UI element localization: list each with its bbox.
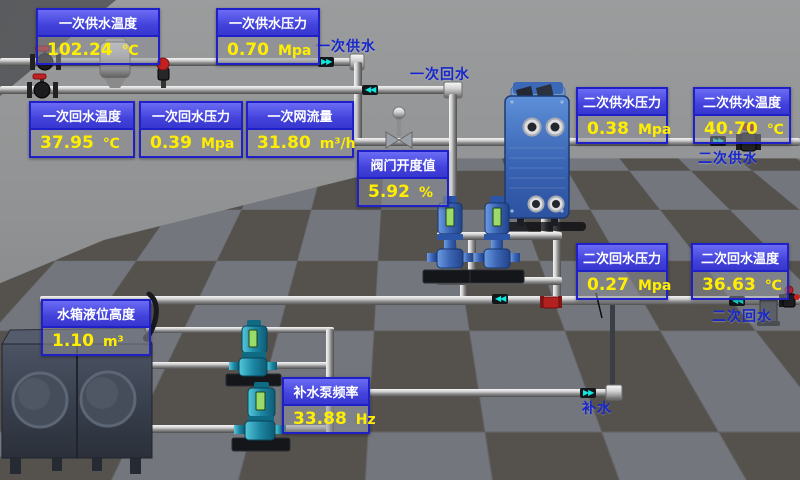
gauge-secondary-return-temp: 二次回水温度 36.63 ℃: [691, 243, 789, 300]
gauge-title: 二次供水压力: [578, 89, 666, 116]
gauge-unit: ℃: [122, 43, 139, 59]
plant-schematic: [0, 0, 800, 480]
pipe-label-primary-return: 一次回水: [410, 64, 470, 84]
makeup-pipe: [146, 327, 622, 433]
gauge-title: 一次回水温度: [31, 103, 133, 130]
gauge-primary-flow: 一次网流量 31.80 m³/h: [246, 101, 354, 158]
flow-arrow-left-icon: ◀◀: [362, 85, 378, 95]
gauge-title: 补水泵频率: [284, 379, 368, 406]
gauge-title: 二次供水温度: [695, 89, 789, 116]
gauge-value: 33.88: [293, 409, 347, 429]
hmi-heating-station-screen: ▶▶ ◀◀ ▶▶ ◀◀ ◀◀ ▶▶ 一次供水 一次回水 二次供水 二次回水 补水…: [0, 0, 800, 480]
gauge-tank-level: 水箱液位高度 1.10 m³: [41, 299, 151, 356]
check-valve-secondary-return[interactable]: [540, 296, 562, 308]
gauge-valve-opening: 阀门开度值 5.92 %: [357, 150, 449, 207]
gauge-unit: Mpa: [278, 43, 311, 59]
gauge-unit: %: [419, 185, 433, 201]
gauge-value: 0.27: [587, 275, 629, 295]
gauge-unit: m³: [103, 334, 124, 350]
gauge-value: 0.38: [587, 119, 629, 139]
gauge-value: 5.92: [368, 182, 410, 202]
pipe-label-secondary-return: 二次回水: [712, 306, 772, 326]
gauge-secondary-return-pressure: 二次回水压力 0.27 Mpa: [576, 243, 668, 300]
gauge-value: 40.70: [704, 119, 758, 139]
gauge-unit: m³/h: [320, 136, 356, 152]
gauge-title: 水箱液位高度: [43, 301, 149, 328]
gauge-secondary-supply-temp: 二次供水温度 40.70 ℃: [693, 87, 791, 144]
pump-status-indicator: [493, 208, 501, 226]
gauge-value: 37.95: [40, 133, 94, 153]
gauge-primary-return-pressure: 一次回水压力 0.39 Mpa: [139, 101, 243, 158]
gauge-primary-return-temp: 一次回水温度 37.95 ℃: [29, 101, 135, 158]
gauge-unit: Mpa: [638, 122, 671, 138]
gauge-title: 一次回水压力: [141, 103, 241, 130]
gauge-unit: Mpa: [638, 278, 671, 294]
gauge-unit: ℃: [103, 136, 120, 152]
flow-arrow-left-icon: ◀◀: [492, 294, 508, 304]
flow-arrow-right-icon: ▶▶: [318, 57, 334, 67]
gauge-title: 二次回水压力: [578, 245, 666, 272]
gauge-primary-supply-temp: 一次供水温度 102.24 ℃: [36, 8, 160, 65]
gauge-unit: ℃: [765, 278, 782, 294]
gauge-title: 一次网流量: [248, 103, 352, 130]
gauge-value: 31.80: [257, 133, 311, 153]
gauge-title: 一次供水压力: [218, 10, 318, 37]
gauge-value: 1.10: [52, 331, 94, 351]
pump-status-indicator: [446, 208, 454, 226]
makeup-riser-pipe: [610, 302, 615, 390]
gauge-title: 一次供水温度: [38, 10, 158, 37]
gauge-makeup-pump-freq: 补水泵频率 33.88 Hz: [282, 377, 370, 434]
gauge-value: 0.39: [150, 133, 192, 153]
pipe-label-primary-supply: 一次供水: [316, 36, 376, 56]
pipe-label-secondary-supply: 二次供水: [698, 148, 758, 168]
gauge-value: 36.63: [702, 275, 756, 295]
gauge-unit: Hz: [356, 412, 376, 428]
flow-arrow-right-icon: ▶▶: [580, 388, 596, 398]
pump-status-indicator: [249, 330, 257, 347]
gauge-unit: Mpa: [201, 136, 234, 152]
gauge-title: 二次回水温度: [693, 245, 787, 272]
gauge-secondary-supply-pressure: 二次供水压力 0.38 Mpa: [576, 87, 668, 144]
gauge-primary-supply-pressure: 一次供水压力 0.70 Mpa: [216, 8, 320, 65]
gauge-value: 0.70: [227, 40, 269, 60]
pump-status-indicator: [256, 392, 265, 410]
gate-valve-primary-return[interactable]: [27, 74, 58, 98]
pipe-label-makeup: 补水: [582, 398, 612, 418]
gauge-unit: ℃: [767, 122, 784, 138]
gauge-title: 阀门开度值: [359, 152, 447, 179]
gauge-value: 102.24: [47, 40, 113, 60]
